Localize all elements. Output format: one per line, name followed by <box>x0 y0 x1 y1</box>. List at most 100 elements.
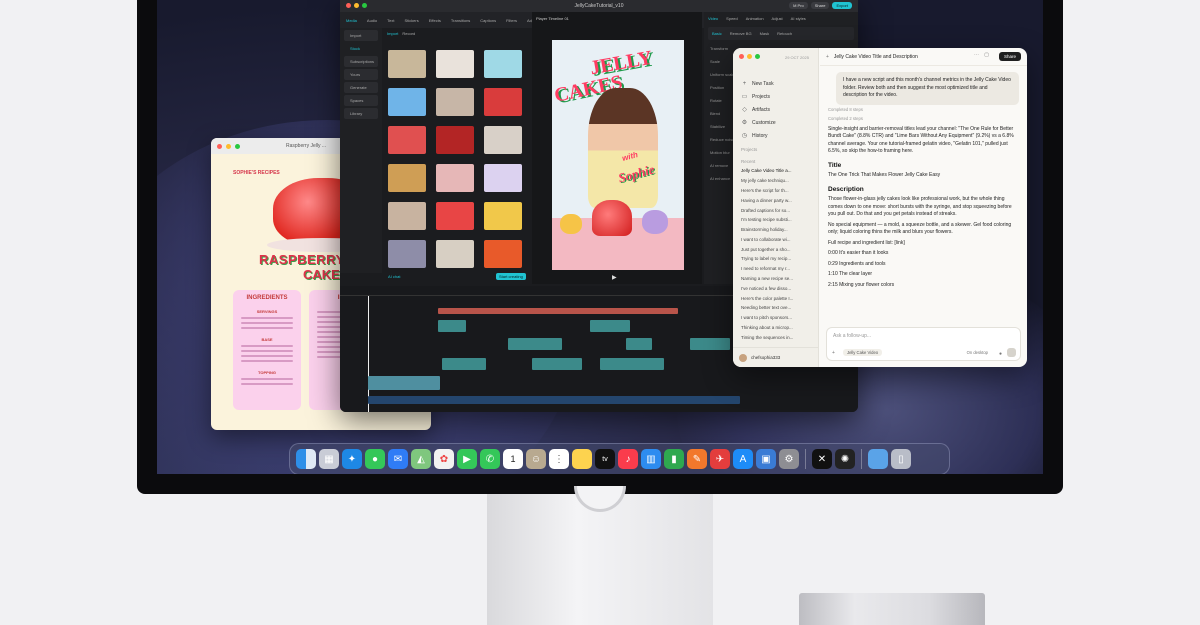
follow-up-input[interactable]: Ask a follow-up... + Jelly Cake Video On… <box>826 327 1021 361</box>
tab-speed[interactable]: Speed <box>726 16 738 21</box>
share-button[interactable]: Share <box>810 2 830 9</box>
zoom-button[interactable] <box>235 143 240 149</box>
media-thumbnail[interactable] <box>436 50 474 78</box>
media-thumbnail[interactable] <box>388 240 426 268</box>
recent-item[interactable]: Thinking about a microp... <box>733 323 818 333</box>
settings-icon[interactable]: ⚙ <box>779 449 799 469</box>
minimize-button[interactable] <box>226 143 231 149</box>
claude-icon[interactable]: ✺ <box>835 449 855 469</box>
media-thumbnail[interactable] <box>436 126 474 154</box>
launchpad-icon[interactable]: ▦ <box>319 449 339 469</box>
tool-effects[interactable]: Effects <box>429 18 441 23</box>
preview-icon[interactable]: ▣ <box>756 449 776 469</box>
media-thumbnail[interactable] <box>388 202 426 230</box>
keynote-icon[interactable]: ▥ <box>641 449 661 469</box>
video-clip[interactable] <box>600 358 664 370</box>
mail-icon[interactable]: ✉ <box>388 449 408 469</box>
recent-item[interactable]: Drafted captions for so... <box>733 205 818 215</box>
recent-item[interactable]: Needing better text ove... <box>733 303 818 313</box>
recent-item[interactable]: Brainstorming holiday... <box>733 225 818 235</box>
tool-captions[interactable]: Captions <box>480 18 496 23</box>
rocket-icon[interactable]: ✈ <box>710 449 730 469</box>
tool-media[interactable]: Media <box>346 18 357 23</box>
nav-projects[interactable]: ▭ Projects <box>733 90 818 103</box>
send-button[interactable] <box>1007 348 1016 357</box>
nav-subscriptions[interactable]: Subscriptions <box>344 56 378 67</box>
model-selector[interactable]: On desktop <box>967 350 988 355</box>
more-icon[interactable]: ⋯ <box>974 52 979 58</box>
calendar-icon[interactable]: 1 <box>503 449 523 469</box>
tool-text[interactable]: Text <box>387 18 394 23</box>
record-tab[interactable]: Record <box>402 31 415 36</box>
plus-icon[interactable]: + <box>832 350 835 356</box>
steps-completed[interactable]: Completed 2 steps <box>820 114 1027 123</box>
photos-icon[interactable]: ✿ <box>434 449 454 469</box>
recent-item[interactable]: I need to reformat my r... <box>733 264 818 274</box>
video-clip[interactable] <box>690 338 730 350</box>
nav-import[interactable]: Import <box>344 30 378 41</box>
nav-stock[interactable]: Stock <box>344 43 378 54</box>
video-clip[interactable] <box>626 338 652 350</box>
tab-adjust[interactable]: Adjust <box>772 16 783 21</box>
media-thumbnail[interactable] <box>436 88 474 116</box>
recent-item[interactable]: I'm testing recipe substi... <box>733 215 818 225</box>
subtab-remove-bg[interactable]: Remove BG <box>730 31 752 36</box>
assistant-window[interactable]: 29 OCT 2025 + New Task ▭ Projects ◇ Artifac… <box>733 48 1027 367</box>
playhead[interactable] <box>368 296 369 412</box>
pro-button[interactable]: M Pro <box>789 2 808 9</box>
tool-stickers[interactable]: Stickers <box>404 18 418 23</box>
finder-icon[interactable] <box>296 449 316 469</box>
media-thumbnail[interactable] <box>436 202 474 230</box>
recent-item[interactable]: Having a dinner party w... <box>733 195 818 205</box>
media-thumbnail[interactable] <box>484 240 522 268</box>
minimize-button[interactable] <box>354 3 359 8</box>
recent-item[interactable]: My jelly cake techniqu... <box>733 176 818 186</box>
media-thumbnail[interactable] <box>484 164 522 192</box>
play-icon[interactable]: ▶ <box>612 274 617 281</box>
media-thumbnail[interactable] <box>484 50 522 78</box>
import-tab[interactable]: Import <box>387 31 398 36</box>
close-button[interactable] <box>346 3 351 8</box>
safari-icon[interactable]: ✦ <box>342 449 362 469</box>
subtab-retouch[interactable]: Retouch <box>777 31 792 36</box>
media-thumbnail[interactable] <box>484 126 522 154</box>
contacts-icon[interactable]: ☺ <box>526 449 546 469</box>
media-thumbnail[interactable] <box>388 164 426 192</box>
pages-icon[interactable]: ✎ <box>687 449 707 469</box>
recent-item[interactable]: Timing the sequences in... <box>733 332 818 342</box>
close-button[interactable] <box>217 143 222 149</box>
share-button[interactable]: Share <box>998 52 1021 61</box>
nav-new-task[interactable]: + New Task <box>733 78 818 90</box>
facetime-icon[interactable]: ▶ <box>457 449 477 469</box>
tool-transitions[interactable]: Transitions <box>451 18 470 23</box>
subtab-mask[interactable]: Mask <box>760 31 770 36</box>
caption-clip[interactable] <box>438 308 678 314</box>
nav-history[interactable]: ◷ History <box>733 129 818 142</box>
media-thumbnail[interactable] <box>484 202 522 230</box>
tv-icon[interactable]: tv <box>595 449 615 469</box>
panel-icon[interactable]: ▢ <box>984 52 989 58</box>
start-creating-button[interactable]: Start creating <box>496 273 526 280</box>
video-player[interactable]: Player Timeline 01 JELLY CAKES with Soph… <box>532 12 702 284</box>
plus-icon[interactable]: + <box>826 54 829 60</box>
recent-item[interactable]: I want to pitch sponsors... <box>733 313 818 323</box>
capcut-icon[interactable]: ✕ <box>812 449 832 469</box>
project-chip[interactable]: Jelly Cake Video <box>843 349 883 356</box>
zoom-button[interactable] <box>755 54 760 59</box>
export-button[interactable]: Export <box>832 2 852 9</box>
media-thumbnail[interactable] <box>388 88 426 116</box>
nav-library[interactable]: Library <box>344 108 378 119</box>
microphone-icon[interactable]: ● <box>999 351 1002 357</box>
notes-icon[interactable] <box>572 449 592 469</box>
subtab-basic[interactable]: Basic <box>712 31 722 36</box>
video-clip[interactable] <box>508 338 562 350</box>
music-icon[interactable]: ♪ <box>618 449 638 469</box>
tab-animation[interactable]: Animation <box>746 16 764 21</box>
nav-spaces[interactable]: Spaces <box>344 95 378 106</box>
trash-icon[interactable]: ▯ <box>891 449 911 469</box>
main-video-clip[interactable] <box>368 376 440 390</box>
recent-item[interactable]: Here's the color palette I... <box>733 293 818 303</box>
video-clip[interactable] <box>532 358 582 370</box>
numbers-icon[interactable]: ▮ <box>664 449 684 469</box>
recent-item[interactable]: Just put together a sho... <box>733 244 818 254</box>
